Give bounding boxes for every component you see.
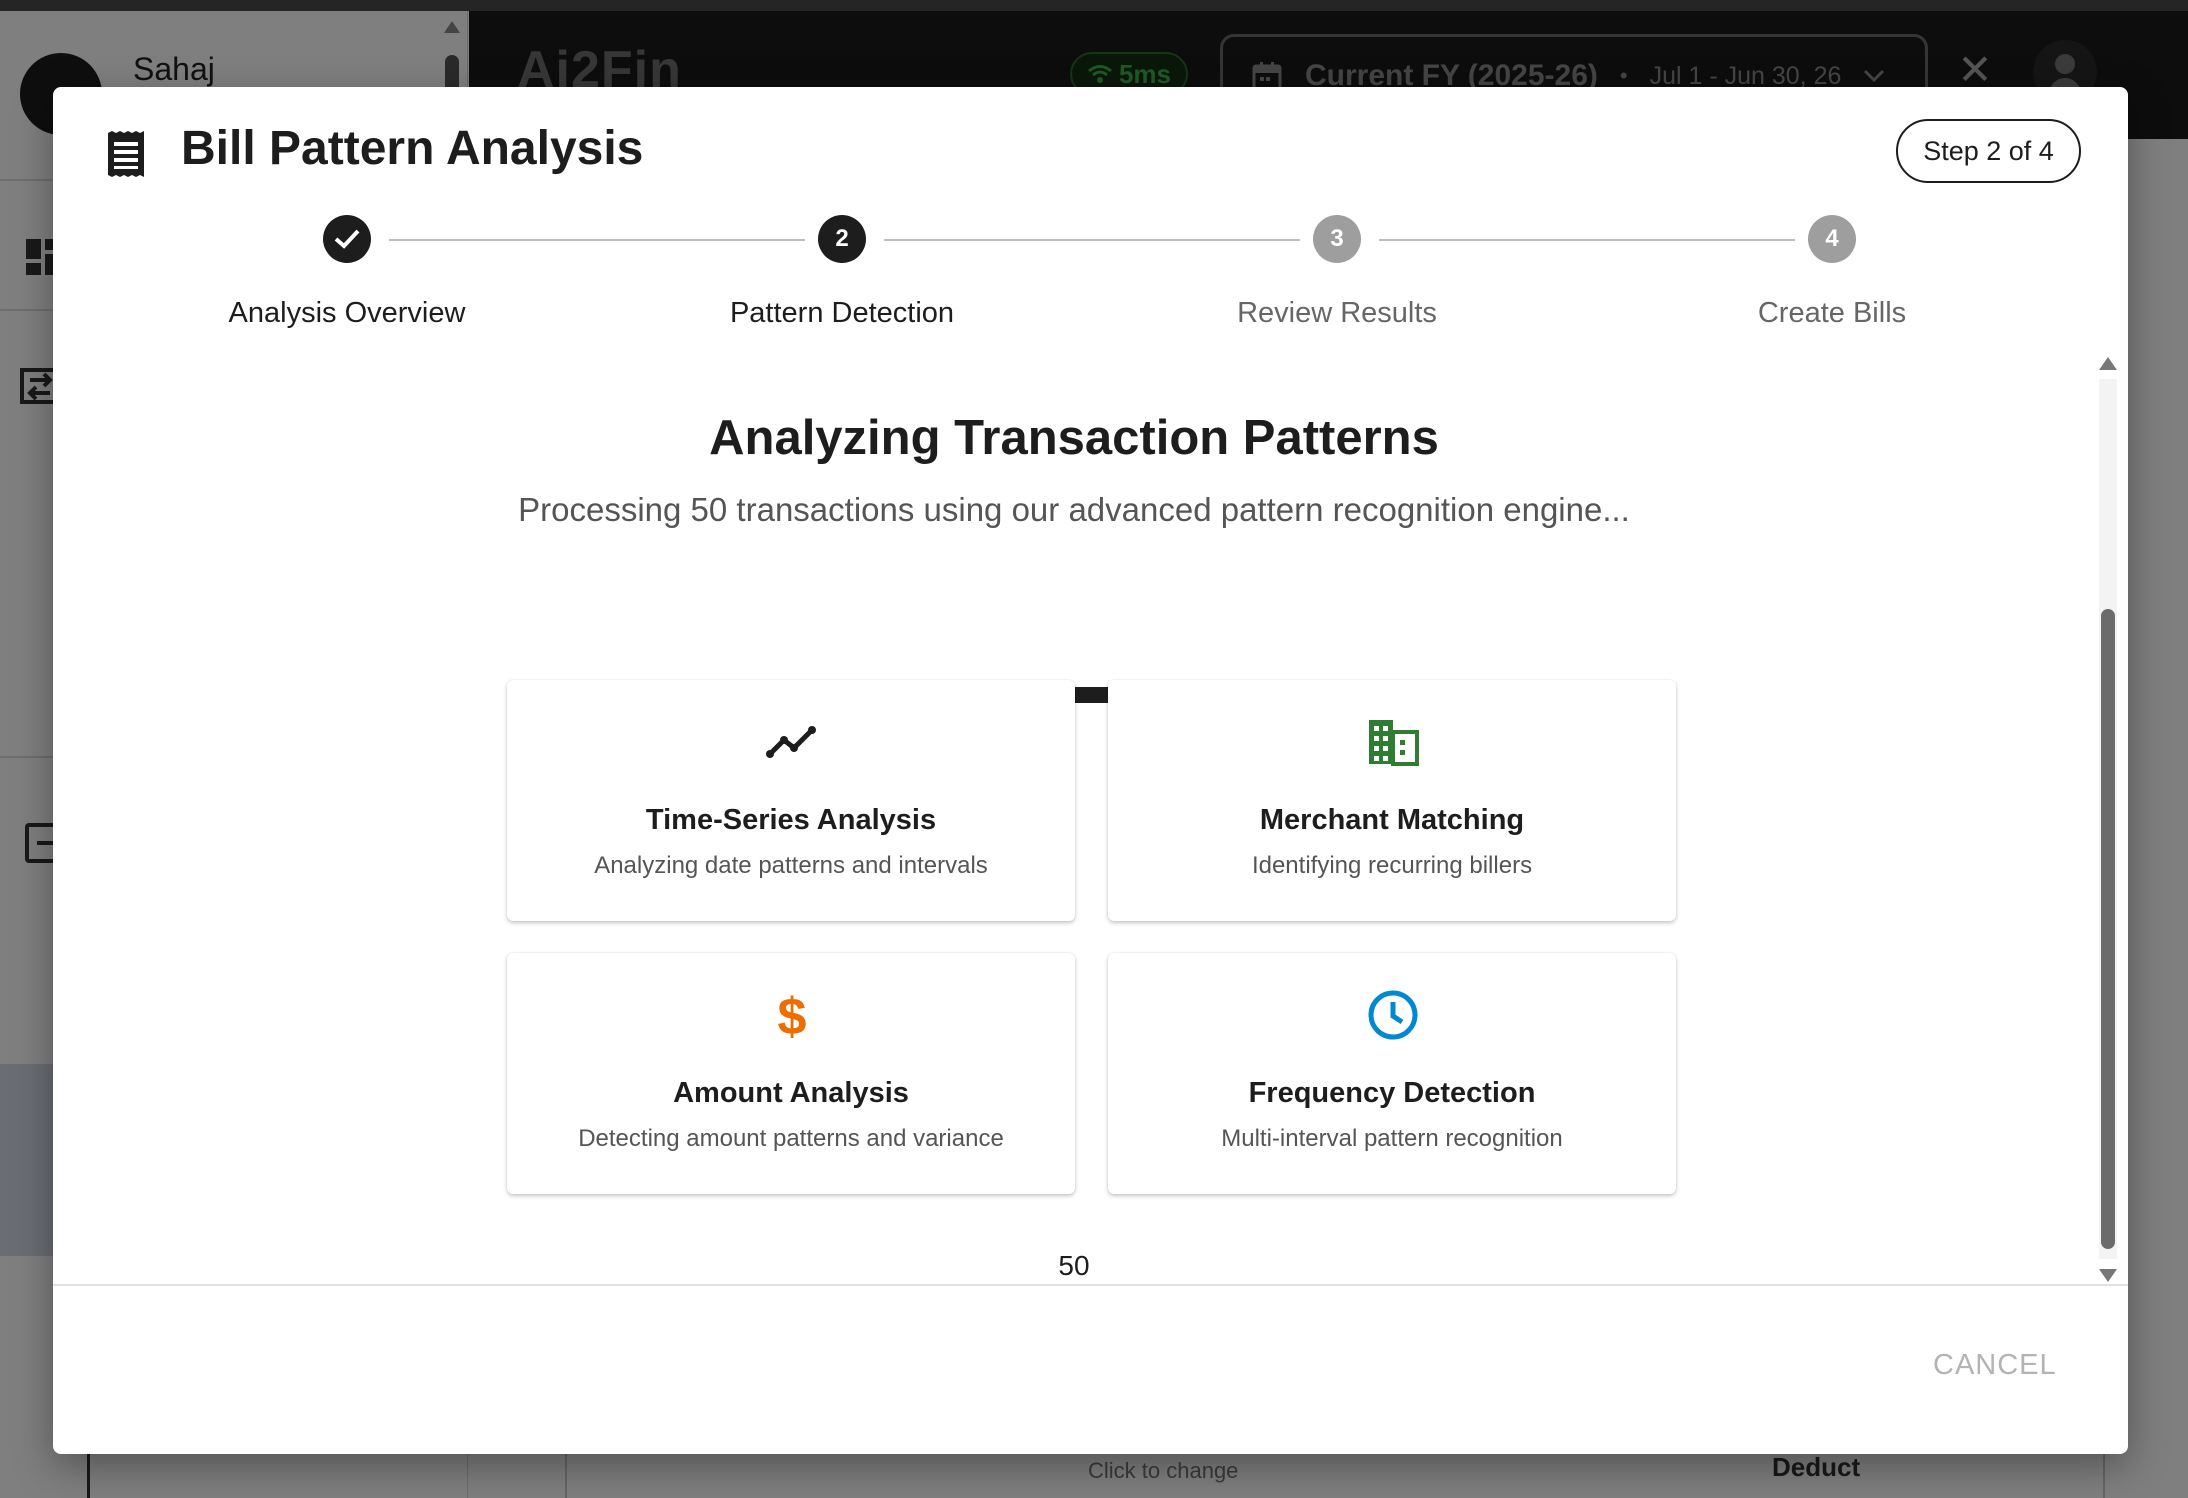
time-series-card: Time-Series Analysis Analyzing date patt… xyxy=(507,680,1075,921)
stepper: 2 3 4 Analysis Overview Pattern Detectio… xyxy=(53,87,2128,347)
step-3-label: Review Results xyxy=(1237,297,1437,329)
card-description: Multi-interval pattern recognition xyxy=(1221,1125,1563,1152)
step-connector xyxy=(1379,239,1795,241)
scroll-thumb[interactable] xyxy=(2101,609,2115,1249)
analysis-heading: Analyzing Transaction Patterns xyxy=(709,411,1439,465)
svg-text:$: $ xyxy=(778,989,807,1041)
building-icon xyxy=(1369,720,1419,766)
step-2-label: Pattern Detection xyxy=(729,297,955,329)
card-description: Analyzing date patterns and intervals xyxy=(594,852,988,879)
dollar-icon: $ xyxy=(778,989,807,1041)
dialog-scrollbar[interactable] xyxy=(2097,357,2119,1282)
merchant-matching-card: Merchant Matching Identifying recurring … xyxy=(1108,680,1676,921)
analysis-subheading: Processing 50 transactions using our adv… xyxy=(518,491,1630,528)
clock-icon xyxy=(1368,990,1418,1040)
bill-pattern-dialog: Bill Pattern Analysis Step 2 of 4 2 3 4 … xyxy=(53,87,2128,1454)
step-1-label: Analysis Overview xyxy=(228,297,466,329)
card-title: Time-Series Analysis xyxy=(645,804,937,836)
card-description: Detecting amount patterns and variance xyxy=(578,1125,1004,1152)
step-1-check-icon[interactable] xyxy=(323,215,371,263)
step-connector xyxy=(389,239,805,241)
card-description: Identifying recurring billers xyxy=(1251,852,1533,879)
step-connector xyxy=(884,239,1300,241)
transaction-count: 50 xyxy=(1058,1250,1090,1281)
trending-line-icon xyxy=(766,726,816,758)
step-4-label: Create Bills xyxy=(1757,297,1907,329)
card-title: Merchant Matching xyxy=(1259,804,1525,836)
step-2-circle[interactable]: 2 xyxy=(818,215,866,263)
frequency-detection-card: Frequency Detection Multi-interval patte… xyxy=(1108,953,1676,1194)
scroll-down-icon[interactable] xyxy=(2099,1269,2117,1282)
card-title: Frequency Detection xyxy=(1248,1077,1536,1109)
card-title: Amount Analysis xyxy=(673,1077,909,1109)
dialog-footer-divider xyxy=(53,1284,2128,1286)
cancel-button[interactable]: CANCEL xyxy=(1933,1349,2057,1382)
step-4-circle[interactable]: 4 xyxy=(1808,215,1856,263)
scroll-up-icon[interactable] xyxy=(2099,357,2117,370)
amount-analysis-card: $ Amount Analysis Detecting amount patte… xyxy=(507,953,1075,1194)
step-3-circle[interactable]: 3 xyxy=(1313,215,1361,263)
